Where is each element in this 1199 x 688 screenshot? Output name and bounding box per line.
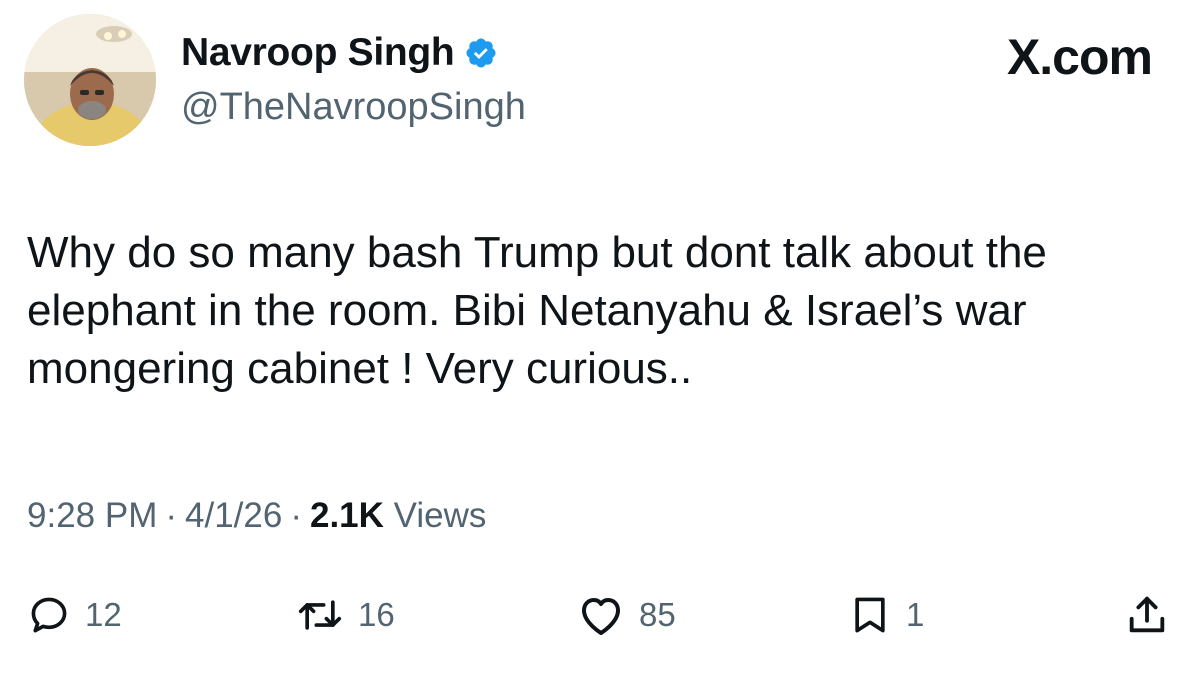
- avatar-photo: [24, 14, 156, 146]
- share-icon: [1129, 596, 1165, 633]
- repost-button[interactable]: 16: [296, 590, 395, 640]
- bookmark-count: 1: [906, 596, 925, 633]
- reply-button[interactable]: 12: [27, 590, 122, 640]
- repost-count: 16: [358, 596, 395, 633]
- like-count: 85: [639, 596, 676, 633]
- tweet-date[interactable]: 4/1/26: [185, 496, 282, 535]
- author-name-row[interactable]: Navroop Singh: [181, 28, 498, 78]
- brand-logo: X.com: [1006, 29, 1153, 85]
- verified-badge-icon: [464, 36, 498, 70]
- tweet-text: Why do so many bash Trump but dont talk …: [27, 228, 1047, 393]
- reply-icon: [31, 597, 67, 633]
- author-handle[interactable]: @TheNavroopSingh: [181, 86, 526, 129]
- bookmark-button[interactable]: 1: [848, 590, 924, 640]
- views-count: 2.1K: [309, 496, 384, 535]
- meta-separator: ·: [165, 496, 178, 535]
- like-button[interactable]: 85: [577, 590, 676, 640]
- tweet-time[interactable]: 9:28 PM: [27, 496, 157, 535]
- bookmark-icon: [855, 597, 885, 633]
- reply-count: 12: [85, 596, 122, 633]
- share-button[interactable]: [1124, 590, 1170, 640]
- repost-icon: [298, 600, 342, 630]
- author-display-name[interactable]: Navroop Singh: [181, 31, 455, 75]
- action-bar: 12 16 85 1: [0, 590, 1199, 640]
- views-label: Views: [393, 496, 487, 535]
- tweet-meta: 9:28 PM · 4/1/26 · 2.1K Views: [27, 496, 486, 536]
- meta-separator: ·: [290, 496, 302, 535]
- avatar[interactable]: [24, 14, 156, 146]
- heart-icon: [582, 598, 620, 635]
